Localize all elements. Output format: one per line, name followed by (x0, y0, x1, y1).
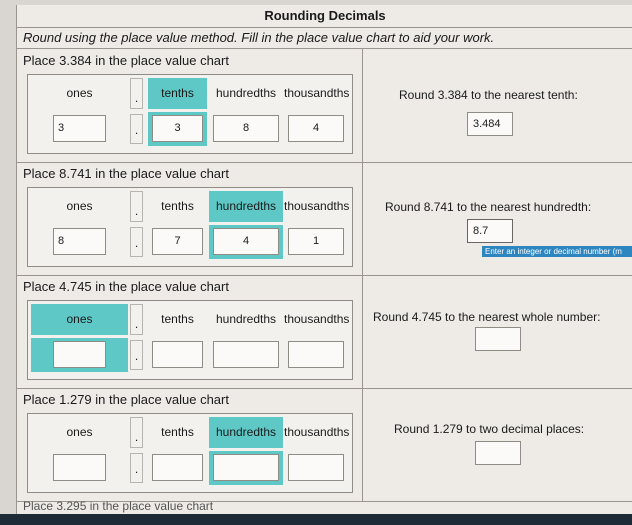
problem-prompt: Place 1.279 in the place value chart (23, 392, 229, 407)
digit-input-ones[interactable]: 8 (53, 228, 106, 255)
cell-tenths: 3 (148, 112, 207, 146)
answer-input[interactable] (475, 327, 521, 351)
cell-tenths (148, 338, 207, 372)
header-hundredths: hundredths (215, 86, 277, 100)
problem-2: Place 8.741 in the place value chart ones… (17, 162, 632, 276)
digit-input-ones[interactable] (53, 454, 106, 481)
answer-input[interactable] (475, 441, 521, 465)
header-hundredths: hundredths (209, 417, 283, 448)
header-tenths: tenths (148, 78, 207, 109)
decimal-point-header: . (130, 304, 143, 335)
cell-ones: 8 (31, 225, 128, 259)
header-tenths: tenths (161, 199, 194, 213)
header-tenths: tenths (161, 425, 194, 439)
cell-hundredths (209, 451, 283, 485)
input-hint-tooltip: Enter an integer or decimal number (m (482, 246, 632, 257)
cell-thousandths: 4 (284, 112, 348, 146)
problem-4: Place 1.279 in the place value chart ones… (17, 388, 632, 502)
instructions: Round using the place value method. Fill… (17, 28, 632, 49)
next-problem-prompt: Place 3.295 in the place value chart (23, 499, 214, 513)
column-divider (362, 49, 363, 162)
header-tenths: tenths (161, 312, 194, 326)
decimal-point-header: . (130, 78, 143, 109)
place-value-chart: ones 8 tenths 7 hundredths 4 thousandths 1.. (27, 187, 353, 267)
cell-ones (31, 451, 128, 485)
header-thousandths: thousandths (284, 312, 350, 326)
decimal-point: . (130, 453, 143, 483)
header-ones: ones (31, 304, 128, 335)
answer-prompt: Round 1.279 to two decimal places: (394, 422, 585, 436)
header-hundredths: hundredths (215, 312, 277, 326)
decimal-point: . (130, 227, 143, 257)
digit-input-thousandths[interactable] (288, 341, 344, 368)
digit-input-hundredths[interactable]: 8 (213, 115, 279, 142)
cell-hundredths: 4 (209, 225, 283, 259)
place-value-chart: ones tenths hundredths thousandths.. (27, 413, 353, 493)
digit-input-ones[interactable]: 3 (53, 115, 106, 142)
problem-prompt: Place 3.384 in the place value chart (23, 53, 229, 68)
taskbar (0, 514, 632, 525)
digit-input-tenths[interactable]: 3 (152, 115, 203, 142)
problem-prompt: Place 8.741 in the place value chart (23, 166, 229, 181)
header-ones: ones (66, 86, 93, 100)
place-value-chart: ones 3 tenths 3 hundredths 8 thousandths 4.. (27, 74, 353, 154)
column-divider (362, 162, 363, 275)
header-thousandths: thousandths (284, 199, 350, 213)
decimal-point-header: . (130, 417, 143, 448)
digit-input-hundredths[interactable] (213, 341, 279, 368)
worksheet-title: Rounding Decimals (17, 5, 632, 28)
decimal-point-header: . (130, 191, 143, 222)
digit-input-tenths[interactable]: 7 (152, 228, 203, 255)
cell-ones: 3 (31, 112, 128, 146)
header-ones: ones (66, 425, 93, 439)
decimal-point: . (130, 340, 143, 370)
digit-input-ones[interactable] (53, 341, 106, 368)
digit-input-thousandths[interactable]: 4 (288, 115, 344, 142)
cell-tenths: 7 (148, 225, 207, 259)
digit-input-hundredths[interactable]: 4 (213, 228, 279, 255)
digit-input-hundredths[interactable] (213, 454, 279, 481)
problem-3: Place 4.745 in the place value chart ones… (17, 275, 632, 389)
answer-input[interactable]: 3.484 (467, 112, 513, 136)
cell-thousandths (284, 338, 348, 372)
decimal-point: . (130, 114, 143, 144)
problem-prompt: Place 4.745 in the place value chart (23, 279, 229, 294)
header-hundredths: hundredths (209, 191, 283, 222)
cell-thousandths: 1 (284, 225, 348, 259)
header-ones: ones (66, 199, 93, 213)
answer-prompt: Round 8.741 to the nearest hundredth: (385, 200, 592, 214)
problem-1: Place 3.384 in the place value chart ones… (17, 49, 632, 163)
cell-hundredths (209, 338, 283, 372)
cell-thousandths (284, 451, 348, 485)
cell-hundredths: 8 (209, 112, 283, 146)
header-thousandths: thousandths (284, 86, 350, 100)
worksheet: Rounding Decimals Round using the place … (16, 5, 632, 525)
cell-ones (31, 338, 128, 372)
answer-input[interactable]: 8.7 (467, 219, 513, 243)
place-value-chart: ones tenths hundredths thousandths.. (27, 300, 353, 380)
digit-input-tenths[interactable] (152, 454, 203, 481)
answer-prompt: Round 4.745 to the nearest whole number: (373, 310, 601, 324)
answer-prompt: Round 3.384 to the nearest tenth: (399, 88, 578, 102)
column-divider (362, 275, 363, 388)
digit-input-thousandths[interactable] (288, 454, 344, 481)
header-thousandths: thousandths (284, 425, 350, 439)
cell-tenths (148, 451, 207, 485)
digit-input-tenths[interactable] (152, 341, 203, 368)
digit-input-thousandths[interactable]: 1 (288, 228, 344, 255)
column-divider (362, 388, 363, 501)
